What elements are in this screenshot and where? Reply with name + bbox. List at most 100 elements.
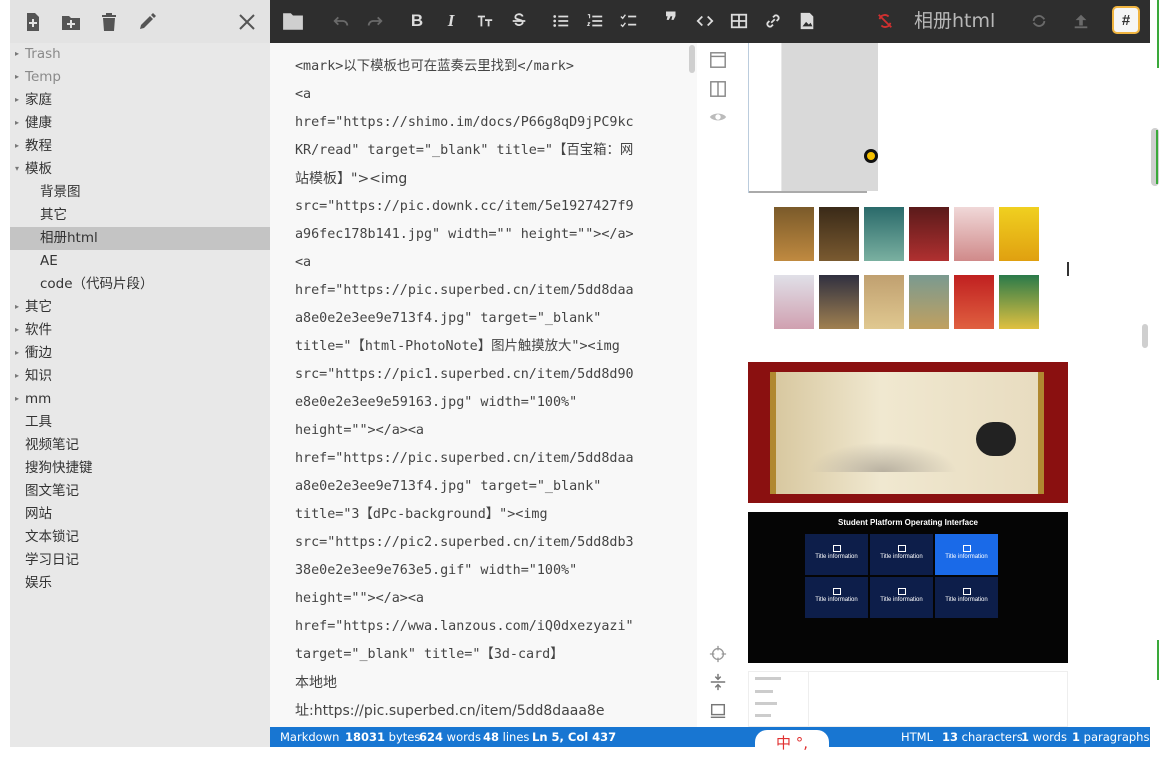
task-list-button[interactable] (618, 10, 640, 32)
quote-button[interactable]: ❞ (660, 8, 682, 33)
image-icon (962, 588, 971, 595)
sidebar-item[interactable]: 学习日记 (10, 549, 270, 572)
preview-scrollbar[interactable] (1142, 324, 1148, 348)
sidebar-item[interactable]: AE (10, 250, 270, 273)
preview-format[interactable]: HTML (901, 727, 933, 747)
sidebar-item[interactable]: ▸ Trash (10, 43, 270, 66)
split-view-button[interactable] (708, 79, 728, 99)
sidebar-item[interactable]: ▸ 教程 (10, 135, 270, 158)
ime-indicator[interactable]: 中 °, (755, 730, 829, 757)
editor-line[interactable]: href="https://wwa.lanzous.com/iQ0dxezyaz… (295, 613, 665, 641)
html-preview[interactable]: Student Platform Operating Interface Tit… (748, 43, 1150, 727)
sidebar-item[interactable]: ▾ 模板 (10, 158, 270, 181)
numbered-list-button[interactable] (584, 10, 606, 32)
fullscreen-button[interactable] (708, 701, 728, 721)
chevron-right-icon[interactable]: ▸ (15, 388, 25, 410)
link-button[interactable] (762, 10, 784, 32)
editor-line[interactable]: a96fec178b141.jpg" width="" height=""></… (295, 221, 665, 249)
editor-line[interactable]: title="【html-PhotoNote】图片触摸放大"><img (295, 333, 665, 361)
table-button[interactable] (728, 10, 750, 32)
editor-line[interactable]: src="https://pic1.superbed.cn/item/5dd8d… (295, 361, 665, 389)
sidebar-item[interactable]: ▸ Temp (10, 66, 270, 89)
editor-line[interactable]: 本地地 (295, 669, 665, 697)
editor-line[interactable]: 站模板】"><img (295, 165, 665, 193)
sidebar-item[interactable]: ▸ 软件 (10, 319, 270, 342)
sidebar-item[interactable]: code（代码片段） (10, 273, 270, 296)
sidebar-item[interactable]: 图文笔记 (10, 480, 270, 503)
editor-line[interactable]: href="https://pic.superbed.cn/item/5dd8d… (295, 445, 665, 473)
chevron-right-icon[interactable]: ▸ (15, 296, 25, 318)
sidebar-item[interactable]: ▸ mm (10, 388, 270, 411)
chevron-right-icon[interactable]: ▸ (15, 342, 25, 364)
chevron-right-icon[interactable]: ▸ (15, 135, 25, 157)
editor-line[interactable]: KR/read" target="_blank" title="【百宝箱：网 (295, 137, 665, 165)
new-folder-button[interactable] (60, 11, 82, 33)
editor-line[interactable]: href="https://shimo.im/docs/P66g8qD9jPC9… (295, 109, 665, 137)
editor-line[interactable]: <a (295, 249, 665, 277)
bold-button[interactable]: B (406, 10, 428, 32)
upload-button[interactable] (1070, 10, 1092, 32)
chevron-down-icon[interactable]: ▾ (15, 158, 25, 180)
image-button[interactable] (796, 10, 818, 32)
italic-button[interactable]: I (440, 10, 462, 32)
close-sidebar-button[interactable] (236, 11, 258, 33)
sidebar-item[interactable]: 相册html (10, 227, 270, 250)
editor-line[interactable]: title="3【dPc-background】"><img (295, 501, 665, 529)
sidebar-item-label: 工具 (25, 414, 52, 430)
editor-line[interactable]: <mark>以下模板也可在蓝奏云里找到</mark> (295, 53, 665, 81)
sidebar-item[interactable]: 搜狗快捷键 (10, 457, 270, 480)
sync-scroll-button[interactable] (708, 672, 728, 692)
editor-line[interactable]: href="https://pic.superbed.cn/item/5dd8d… (295, 277, 665, 305)
sidebar-item[interactable]: 网站 (10, 503, 270, 526)
outer-scrollbar[interactable] (1151, 128, 1159, 186)
chevron-right-icon[interactable]: ▸ (15, 112, 25, 134)
bullet-list-button[interactable] (550, 10, 572, 32)
chevron-right-icon[interactable]: ▸ (15, 43, 25, 65)
strikethrough-button[interactable] (508, 10, 530, 32)
undo-button[interactable] (330, 10, 352, 32)
editor-line[interactable]: height=""></a><a (295, 585, 665, 613)
sidebar-item[interactable]: 视频笔记 (10, 434, 270, 457)
sync-button[interactable] (1028, 10, 1050, 32)
preview-only-button[interactable] (708, 107, 728, 127)
sidebar-item[interactable]: ▸ 衝边 (10, 342, 270, 365)
editor-line[interactable]: height=""></a><a (295, 417, 665, 445)
editor-only-button[interactable] (708, 50, 728, 70)
sidebar-item[interactable]: ▸ 健康 (10, 112, 270, 135)
new-file-button[interactable] (22, 11, 44, 33)
editor-line[interactable]: a8e0e2e3ee9e713f4.jpg" target="_blank" (295, 305, 665, 333)
heading-button[interactable] (474, 10, 496, 32)
redo-button[interactable] (364, 10, 386, 32)
editor-line[interactable]: a8e0e2e3ee9e713f4.jpg" target="_blank" (295, 473, 665, 501)
rename-button[interactable] (136, 11, 158, 33)
code-button[interactable] (694, 10, 716, 32)
editor-line[interactable]: src="https://pic.downk.cc/item/5e1927427… (295, 193, 665, 221)
sidebar-item[interactable]: 其它 (10, 204, 270, 227)
editor-line[interactable]: <a (295, 81, 665, 109)
sync-off-button[interactable] (874, 10, 896, 32)
locate-button[interactable] (708, 644, 728, 664)
editor-line[interactable]: target="_blank" title="【3d-card】 (295, 641, 665, 669)
markdown-editor[interactable]: <mark>以下模板也可在蓝奏云里找到</mark> <a href="https:… (270, 43, 697, 727)
tag-button[interactable]: # (1112, 6, 1140, 34)
sidebar-item[interactable]: ▸ 知识 (10, 365, 270, 388)
chevron-right-icon[interactable]: ▸ (15, 89, 25, 111)
editor-mode[interactable]: Markdown (280, 727, 339, 747)
sidebar-item[interactable]: 文本锁记 (10, 526, 270, 549)
sidebar-item[interactable]: 娱乐 (10, 572, 270, 595)
chevron-right-icon[interactable]: ▸ (15, 66, 25, 88)
chevron-right-icon[interactable]: ▸ (15, 319, 25, 341)
delete-button[interactable] (98, 11, 120, 33)
editor-content[interactable]: <mark>以下模板也可在蓝奏云里找到</mark> <a href="https:… (295, 53, 665, 725)
editor-line[interactable]: src="https://pic2.superbed.cn/item/5dd8d… (295, 529, 665, 557)
sidebar-item[interactable]: ▸ 其它 (10, 296, 270, 319)
sidebar-item[interactable]: 背景图 (10, 181, 270, 204)
sidebar-item[interactable]: 工具 (10, 411, 270, 434)
editor-scrollbar[interactable] (689, 45, 695, 73)
sidebar-item[interactable]: ▸ 家庭 (10, 89, 270, 112)
chevron-right-icon[interactable]: ▸ (15, 365, 25, 387)
editor-line[interactable]: 址:https://pic.superbed.cn/item/5dd8daaa8… (295, 697, 665, 725)
folder-button[interactable] (280, 10, 306, 32)
editor-line[interactable]: e8e0e2e3ee9e59163.jpg" width="100%" (295, 389, 665, 417)
editor-line[interactable]: 38e0e2e3ee9e763e5.gif" width="100%" (295, 557, 665, 585)
